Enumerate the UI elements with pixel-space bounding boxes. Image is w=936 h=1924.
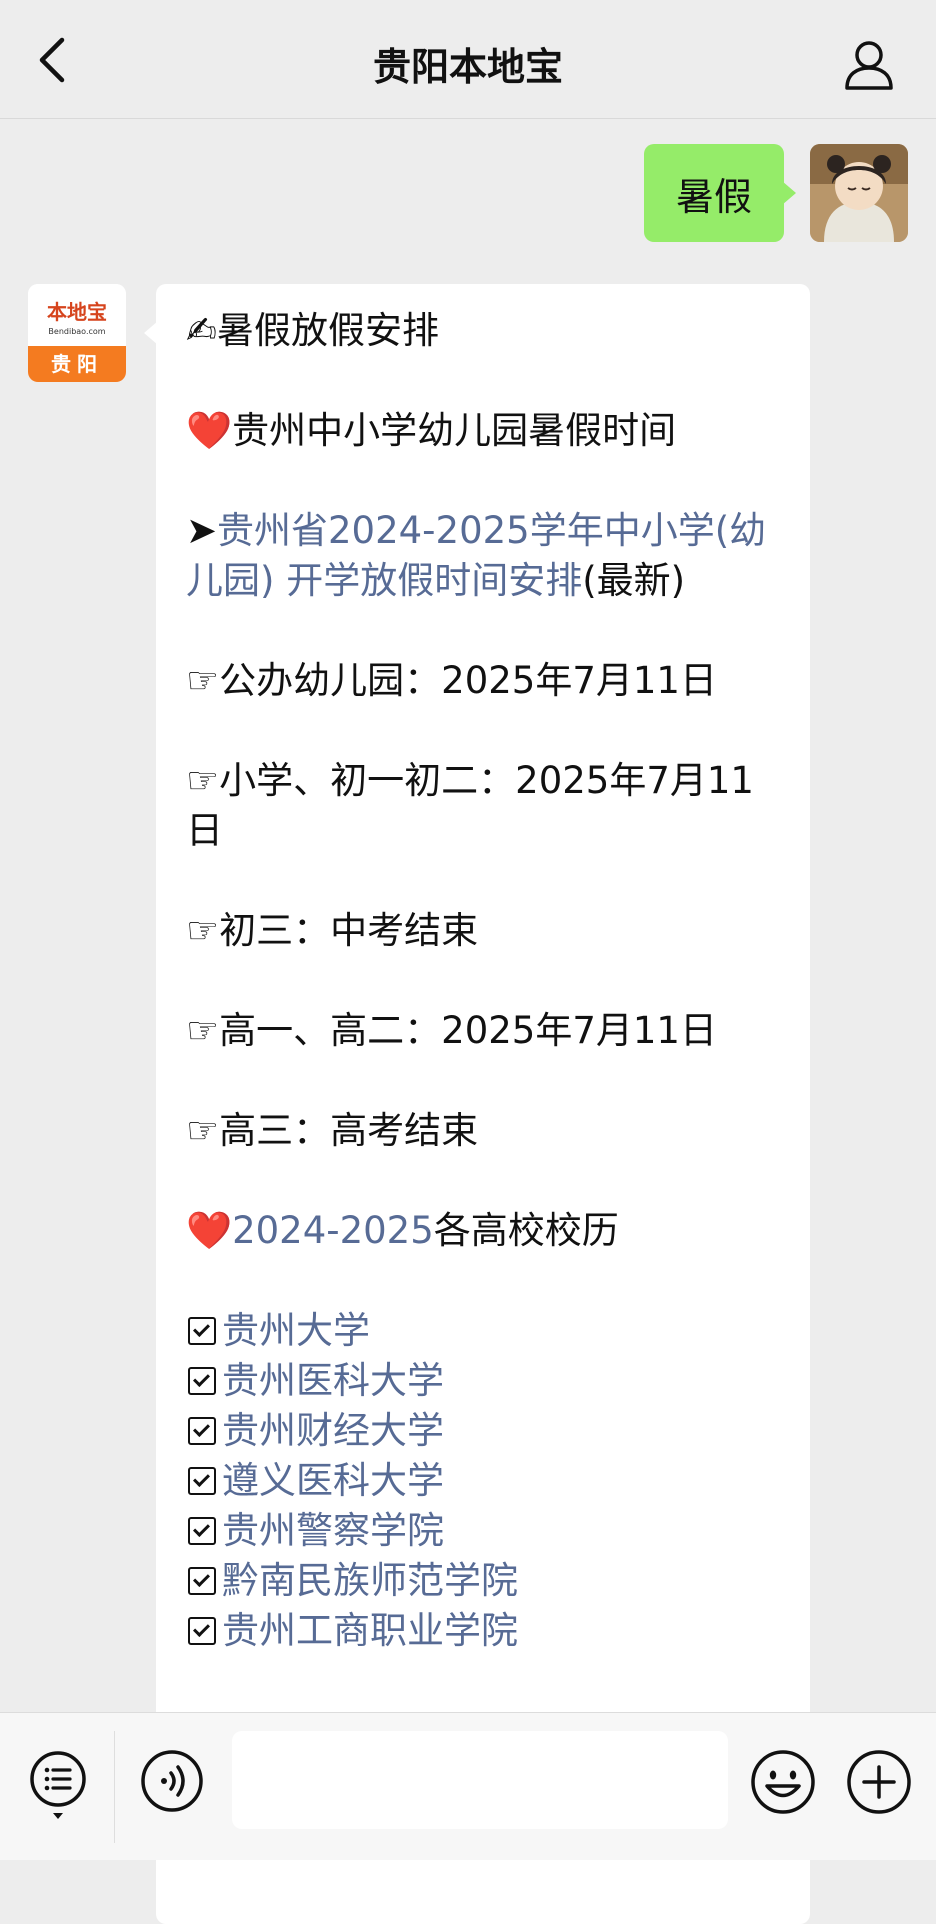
schedule-item-text: 初三：中考结束	[219, 909, 479, 952]
university-link[interactable]: 贵州医科大学	[222, 1356, 444, 1406]
link-suffix: (最新)	[582, 559, 686, 602]
message-input[interactable]	[232, 1731, 728, 1829]
section-title: ❤️贵州中小学幼儿园暑假时间	[186, 406, 786, 456]
university-link[interactable]: 黔南民族师范学院	[222, 1556, 518, 1606]
list-menu-icon	[30, 1751, 86, 1819]
university-link[interactable]: 贵州工商职业学院	[222, 1606, 518, 1656]
university-link[interactable]: 贵州财经大学	[222, 1406, 444, 1456]
list-item: 贵州大学	[186, 1306, 786, 1356]
sender-avatar[interactable]: 本地宝 Bendibao.com 贵阳	[28, 284, 126, 382]
voice-icon	[141, 1750, 203, 1812]
message-content: ✍暑假放假安排 ❤️贵州中小学幼儿园暑假时间 ➤贵州省2024-2025学年中小…	[186, 306, 786, 1656]
pointing-hand-icon: ☞	[186, 1009, 220, 1052]
logo-name: 本地宝	[47, 300, 107, 324]
university-link[interactable]: 贵州大学	[222, 1306, 370, 1356]
chat-title: 贵阳本地宝	[372, 45, 563, 89]
pointing-hand-icon: ☞	[186, 1109, 220, 1152]
schedule-item-text: 高三：高考结束	[219, 1109, 479, 1152]
schedule-item: ☞高三：高考结束	[186, 1106, 786, 1156]
sent-message-bubble[interactable]: 暑假	[643, 144, 797, 242]
my-avatar[interactable]	[810, 144, 908, 242]
pointing-hand-icon: ☞	[186, 909, 220, 952]
plus-icon	[847, 1750, 911, 1814]
sender-logo: 本地宝 Bendibao.com	[28, 284, 126, 346]
avatar-image	[810, 144, 908, 242]
sent-message-text: 暑假	[675, 174, 752, 219]
checkbox-icon	[188, 1467, 216, 1495]
calendar-year-link[interactable]: 2024-2025	[232, 1209, 434, 1252]
menu-button[interactable]	[28, 1749, 88, 1823]
section-title-text: 贵州中小学幼儿园暑假时间	[232, 409, 677, 452]
list-item: 贵州财经大学	[186, 1406, 786, 1456]
list-item: 贵州警察学院	[186, 1506, 786, 1556]
schedule-item: ☞小学、初一初二：2025年7月11日	[186, 756, 786, 856]
emoji-button[interactable]	[750, 1749, 816, 1815]
toolbar-divider	[114, 1731, 115, 1843]
list-item: 贵州工商职业学院	[186, 1606, 786, 1656]
chat-header: 贵阳本地宝	[0, 0, 936, 119]
list-item: 贵州医科大学	[186, 1356, 786, 1406]
schedule-item-text: 高一、高二：2025年7月11日	[219, 1009, 717, 1052]
checkbox-icon	[188, 1517, 216, 1545]
section-title: ❤️2024-2025各高校校历	[186, 1206, 786, 1256]
writing-hand-icon: ✍	[186, 309, 218, 352]
checkbox-icon	[188, 1417, 216, 1445]
university-link[interactable]: 遵义医科大学	[222, 1456, 444, 1506]
profile-button[interactable]	[842, 38, 896, 92]
voice-button[interactable]	[140, 1749, 204, 1813]
logo-city: 贵阳	[28, 346, 126, 382]
schedule-item-text: 小学、初一初二：2025年7月11日	[186, 759, 754, 852]
university-list: 贵州大学 贵州医科大学 贵州财经大学 遵义医科大学 贵州警察学院 黔南民族师范学…	[186, 1306, 786, 1656]
input-toolbar	[0, 1712, 936, 1860]
list-item: 遵义医科大学	[186, 1456, 786, 1506]
checkbox-icon	[188, 1617, 216, 1645]
university-link[interactable]: 贵州警察学院	[222, 1506, 444, 1556]
schedule-link-line: ➤贵州省2024-2025学年中小学(幼儿园) 开学放假时间安排(最新)	[186, 506, 786, 606]
heading-text: 暑假放假安排	[217, 309, 440, 352]
checkbox-icon	[188, 1567, 216, 1595]
arrow-icon: ➤	[186, 509, 218, 552]
message-heading: ✍暑假放假安排	[186, 306, 786, 356]
more-button[interactable]	[846, 1749, 912, 1815]
schedule-item: ☞公办幼儿园：2025年7月11日	[186, 656, 786, 706]
schedule-item: ☞初三：中考结束	[186, 906, 786, 956]
pointing-hand-icon: ☞	[186, 759, 220, 802]
red-heart-icon: ❤️	[186, 409, 233, 452]
pointing-hand-icon: ☞	[186, 659, 220, 702]
person-icon	[845, 41, 893, 90]
logo-site: Bendibao.com	[48, 327, 106, 336]
red-heart-icon: ❤️	[186, 1209, 233, 1252]
checkbox-icon	[188, 1367, 216, 1395]
smile-icon	[751, 1750, 815, 1814]
schedule-item: ☞高一、高二：2025年7月11日	[186, 1006, 786, 1056]
checkbox-icon	[188, 1317, 216, 1345]
list-item: 黔南民族师范学院	[186, 1556, 786, 1606]
schedule-item-text: 公办幼儿园：2025年7月11日	[219, 659, 717, 702]
received-message-bubble: ✍暑假放假安排 ❤️贵州中小学幼儿园暑假时间 ➤贵州省2024-2025学年中小…	[144, 284, 810, 1924]
section-title-text: 各高校校历	[433, 1209, 619, 1252]
